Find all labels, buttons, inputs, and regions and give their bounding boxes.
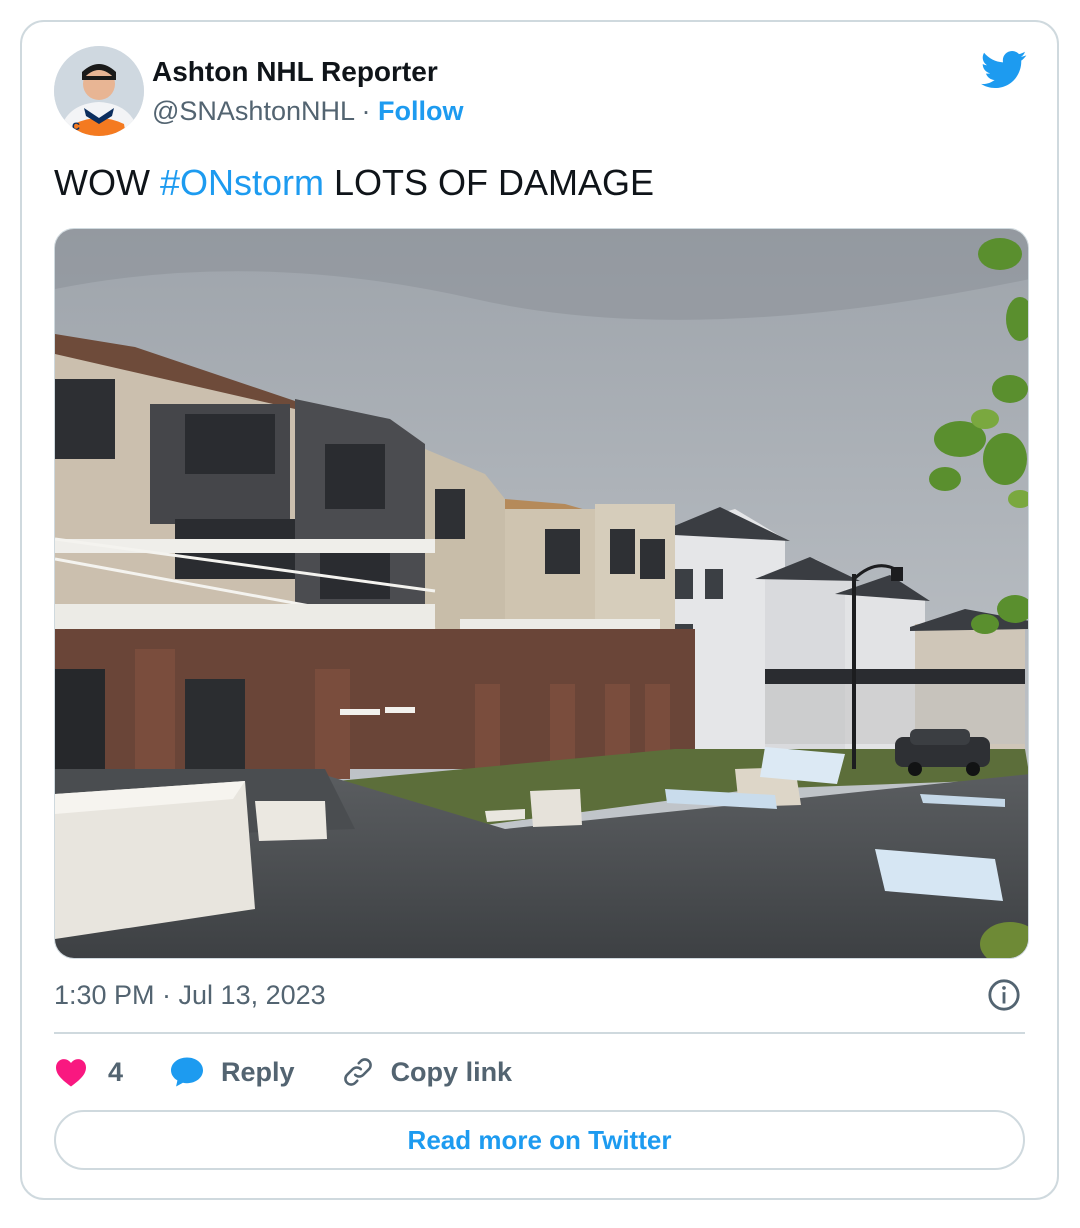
follow-button[interactable]: Follow: [378, 96, 463, 126]
tweet-text-end: LOTS OF DAMAGE: [324, 162, 655, 203]
action-bar: 4 Reply Copy link: [54, 1052, 558, 1092]
author-handle-line: @SNAshtonNHL · Follow: [152, 96, 464, 127]
tweet-card: C Ashton NHL Reporter @SNAshtonNHL · Fol…: [20, 20, 1059, 1200]
read-more-button[interactable]: Read more on Twitter: [54, 1110, 1025, 1170]
author-avatar[interactable]: C: [54, 46, 144, 136]
twitter-bird-icon[interactable]: [981, 50, 1027, 90]
copy-link-label: Copy link: [390, 1056, 513, 1087]
tweet-text: WOW #ONstorm LOTS OF DAMAGE: [54, 162, 654, 204]
like-button[interactable]: 4: [54, 1057, 123, 1088]
reply-button[interactable]: Reply: [169, 1056, 295, 1088]
hashtag-link[interactable]: #ONstorm: [160, 162, 324, 203]
author-handle[interactable]: @SNAshtonNHL: [152, 96, 354, 126]
handle-separator: ·: [361, 96, 371, 126]
author-name[interactable]: Ashton NHL Reporter: [152, 56, 438, 88]
reply-bubble-icon: [171, 1057, 204, 1087]
like-count: 4: [108, 1056, 124, 1087]
action-divider: [54, 1032, 1025, 1034]
tweet-timestamp[interactable]: 1:30 PM · Jul 13, 2023: [54, 980, 326, 1011]
storm-damage-photo: [55, 229, 1028, 958]
avatar-image: C: [54, 46, 144, 136]
link-icon: [343, 1058, 372, 1086]
reply-label: Reply: [221, 1056, 295, 1087]
copy-link-button[interactable]: Copy link: [341, 1055, 513, 1089]
tweet-photo[interactable]: [54, 228, 1029, 959]
svg-text:C: C: [72, 121, 80, 133]
heart-icon: [56, 1059, 86, 1087]
tweet-text-start: WOW: [54, 162, 160, 203]
info-icon[interactable]: [987, 978, 1021, 1012]
